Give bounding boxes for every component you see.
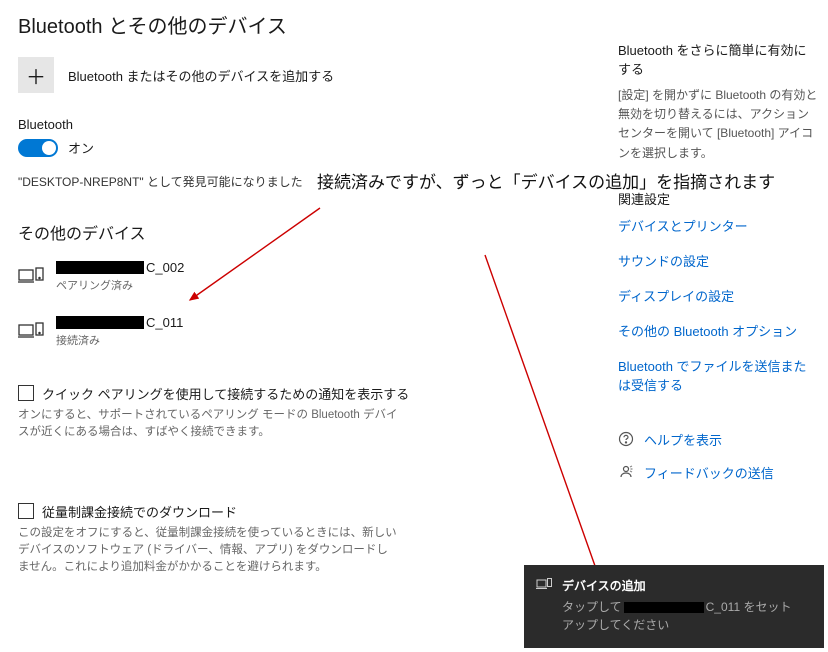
quick-pairing-checkbox[interactable] [18,385,34,401]
toast-title: デバイスの追加 [562,577,810,594]
device-name-suffix: C_002 [146,260,184,275]
device-row[interactable]: C_002 ペアリング済み [18,254,578,299]
quick-pairing-desc: オンにすると、サポートされているペアリング モードの Bluetooth デバイ… [18,407,398,442]
feedback-label: フィードバックの送信 [644,463,774,482]
device-name-redacted [56,261,144,274]
feedback-icon [618,464,634,480]
toast-text-suffix: C_011 をセット [706,598,792,616]
device-icon [18,266,44,288]
metered-checkbox[interactable] [18,503,34,519]
metered-label: 従量制課金接続でのダウンロード [42,502,237,521]
metered-desc: この設定をオフにすると、従量制課金接続を使っているときには、新しいデバイスのソフ… [18,525,398,577]
help-label: ヘルプを表示 [644,430,722,449]
help-link[interactable]: ヘルプを表示 [618,430,818,449]
device-status: 接続済み [56,332,183,348]
link-other-bt-options[interactable]: その他の Bluetooth オプション [618,321,818,340]
device-status: ペアリング済み [56,277,184,293]
quick-pairing-label: クイック ペアリングを使用して接続するための通知を表示する [42,384,409,403]
toast-name-redacted [624,602,704,613]
bluetooth-section-label: Bluetooth [18,117,578,132]
bluetooth-toggle-state: オン [68,138,94,157]
toast-text-pre: タップして [562,598,622,616]
add-device-button[interactable]: ＋ [18,57,54,93]
toast-text-line2: アップしてください [562,616,669,634]
discoverable-text: "DESKTOP-NREP8NT" として発見可能になりました [18,173,578,190]
link-sound-settings[interactable]: サウンドの設定 [618,251,818,270]
feedback-link[interactable]: フィードバックの送信 [618,463,818,482]
page-title: Bluetooth とその他のデバイス [18,10,578,39]
help-icon [618,431,634,447]
toast-device-icon [536,577,552,593]
related-heading: 関連設定 [618,189,818,208]
device-name-suffix: C_011 [146,315,183,330]
link-bt-send-receive[interactable]: Bluetooth でファイルを送信または受信する [618,356,818,394]
link-devices-printers[interactable]: デバイスとプリンター [618,216,818,235]
device-icon [18,321,44,343]
link-display-settings[interactable]: ディスプレイの設定 [618,286,818,305]
other-devices-heading: その他のデバイス [18,220,578,244]
bluetooth-toggle[interactable] [18,139,58,157]
device-name-redacted [56,316,144,329]
plus-icon: ＋ [26,61,46,90]
tip-desc: [設定] を開かずに Bluetooth の有効と無効を切り替えるには、アクショ… [618,86,818,163]
add-device-toast[interactable]: デバイスの追加 タップして C_011 をセット アップしてください [524,565,824,648]
add-device-label: Bluetooth またはその他のデバイスを追加する [68,66,334,85]
device-row[interactable]: C_011 接続済み [18,309,578,354]
tip-title: Bluetooth をさらに簡単に有効にする [618,40,818,78]
